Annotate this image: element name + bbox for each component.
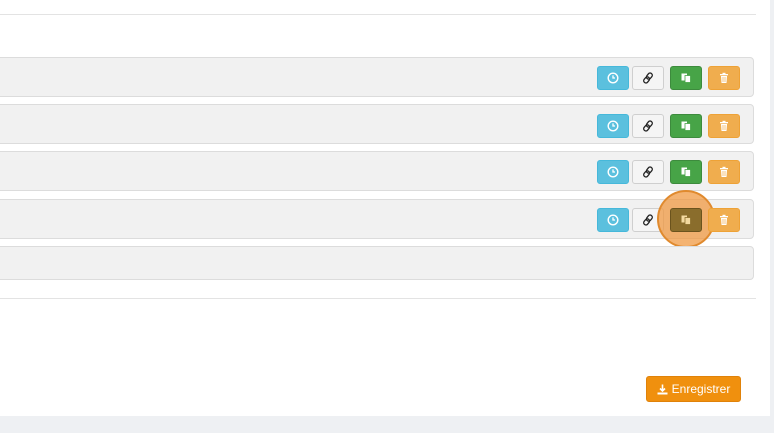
list-row-empty <box>0 246 754 280</box>
duplicate-button[interactable] <box>670 66 702 90</box>
link-icon <box>643 120 653 132</box>
link-icon <box>643 166 653 178</box>
divider-bottom <box>0 298 756 299</box>
copy-icon <box>681 121 691 131</box>
history-button[interactable] <box>597 160 629 184</box>
copy-icon <box>681 215 691 225</box>
history-button[interactable] <box>597 114 629 138</box>
clock-icon <box>607 72 619 84</box>
download-icon <box>657 384 668 394</box>
trash-icon <box>720 72 728 83</box>
divider-top <box>0 14 756 15</box>
duplicate-button[interactable] <box>670 160 702 184</box>
clock-icon <box>607 214 619 226</box>
link-icon <box>643 214 653 226</box>
trash-icon <box>720 120 728 131</box>
duplicate-button[interactable] <box>670 114 702 138</box>
link-button[interactable] <box>632 160 664 184</box>
delete-button[interactable] <box>708 66 740 90</box>
copy-icon <box>681 167 691 177</box>
clock-icon <box>607 120 619 132</box>
copy-icon <box>681 73 691 83</box>
duplicate-button[interactable] <box>670 208 702 232</box>
delete-button[interactable] <box>708 208 740 232</box>
main-panel: Enregistrer <box>0 0 770 416</box>
link-icon <box>643 72 653 84</box>
link-button[interactable] <box>632 66 664 90</box>
page-background-edge <box>770 0 774 433</box>
save-button[interactable]: Enregistrer <box>646 376 741 402</box>
delete-button[interactable] <box>708 114 740 138</box>
link-button[interactable] <box>632 114 664 138</box>
delete-button[interactable] <box>708 160 740 184</box>
trash-icon <box>720 166 728 177</box>
save-button-label: Enregistrer <box>671 382 731 396</box>
trash-icon <box>720 214 728 225</box>
history-button[interactable] <box>597 66 629 90</box>
history-button[interactable] <box>597 208 629 232</box>
clock-icon <box>607 166 619 178</box>
